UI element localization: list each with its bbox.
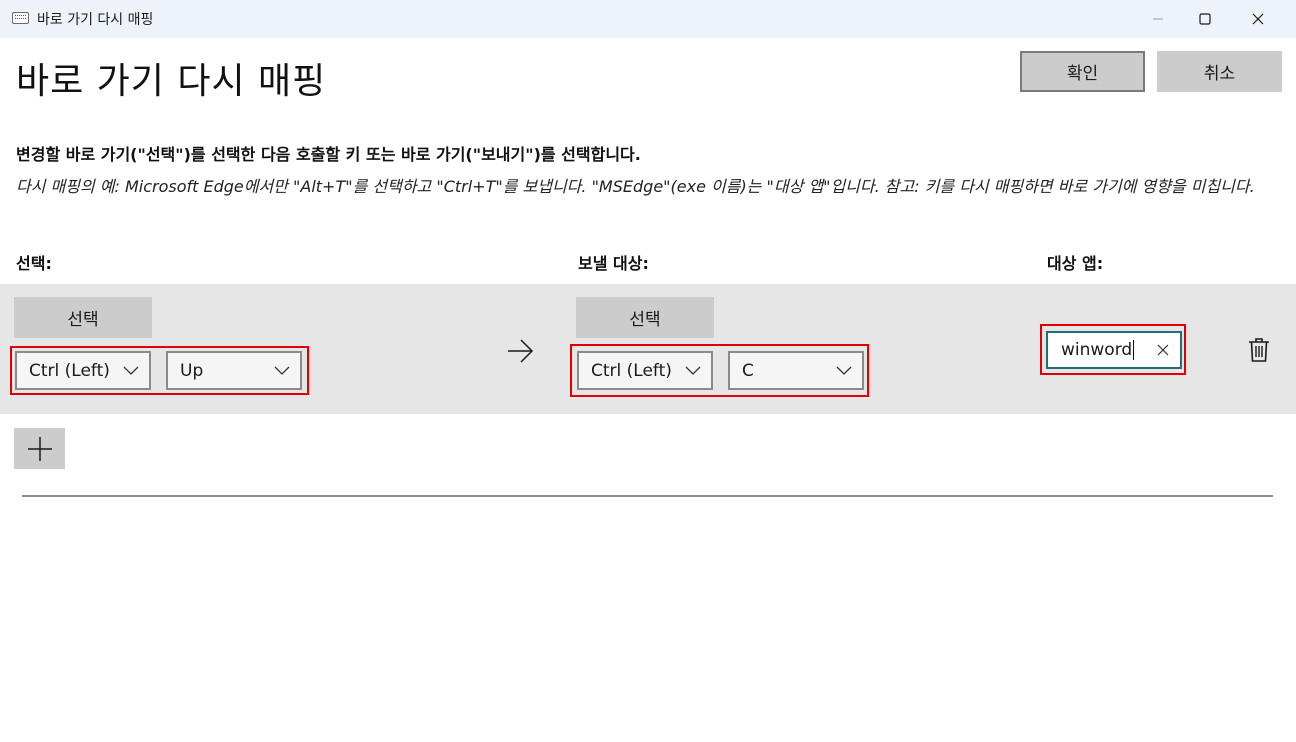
ok-button[interactable]: 확인 xyxy=(1020,51,1145,92)
maximize-button[interactable] xyxy=(1182,0,1228,38)
to-modifier-value: Ctrl (Left) xyxy=(591,360,672,381)
column-header-send-to: 보낼 대상: xyxy=(578,254,649,273)
select-send-to-button[interactable]: 선택 xyxy=(576,297,714,338)
chevron-down-icon xyxy=(123,366,139,375)
cancel-button[interactable]: 취소 xyxy=(1157,51,1282,92)
clear-icon[interactable] xyxy=(1156,343,1170,357)
page-title: 바로 가기 다시 매핑 xyxy=(16,61,327,102)
window-title: 바로 가기 다시 매핑 xyxy=(37,12,154,28)
chevron-down-icon xyxy=(274,366,290,375)
chevron-down-icon xyxy=(685,366,701,375)
chevron-down-icon xyxy=(836,366,852,375)
from-modifier-combo[interactable]: Ctrl (Left) xyxy=(15,351,151,390)
target-app-value: winword xyxy=(1061,340,1133,360)
to-key-combo[interactable]: C xyxy=(728,351,864,390)
delete-icon[interactable] xyxy=(1247,337,1271,363)
from-modifier-value: Ctrl (Left) xyxy=(29,360,110,381)
instruction-text: 변경할 바로 가기("선택")를 선택한 다음 호출할 키 또는 바로 가기("… xyxy=(16,145,641,164)
text-caret xyxy=(1133,340,1135,360)
keyboard-icon xyxy=(12,12,29,24)
title-bar: 바로 가기 다시 매핑 xyxy=(0,0,1296,38)
minimize-button[interactable] xyxy=(1135,0,1181,38)
to-modifier-combo[interactable]: Ctrl (Left) xyxy=(577,351,713,390)
maximize-icon xyxy=(1199,13,1211,25)
close-button[interactable] xyxy=(1235,0,1281,38)
add-mapping-button[interactable] xyxy=(14,428,65,469)
from-key-combo[interactable]: Up xyxy=(166,351,302,390)
to-key-value: C xyxy=(742,360,754,381)
close-icon xyxy=(1252,13,1264,25)
arrow-right-icon xyxy=(508,339,534,363)
from-key-value: Up xyxy=(180,360,204,381)
column-header-target-app: 대상 앱: xyxy=(1047,254,1104,273)
plus-icon xyxy=(27,436,52,461)
divider xyxy=(22,495,1273,497)
column-header-select: 선택: xyxy=(16,254,52,273)
example-text: 다시 매핑의 예: Microsoft Edge에서만 "Alt+T"를 선택하… xyxy=(16,177,1255,196)
target-app-input[interactable]: winword xyxy=(1046,331,1182,369)
minimize-icon xyxy=(1153,18,1163,20)
select-shortcut-button[interactable]: 선택 xyxy=(14,297,152,338)
